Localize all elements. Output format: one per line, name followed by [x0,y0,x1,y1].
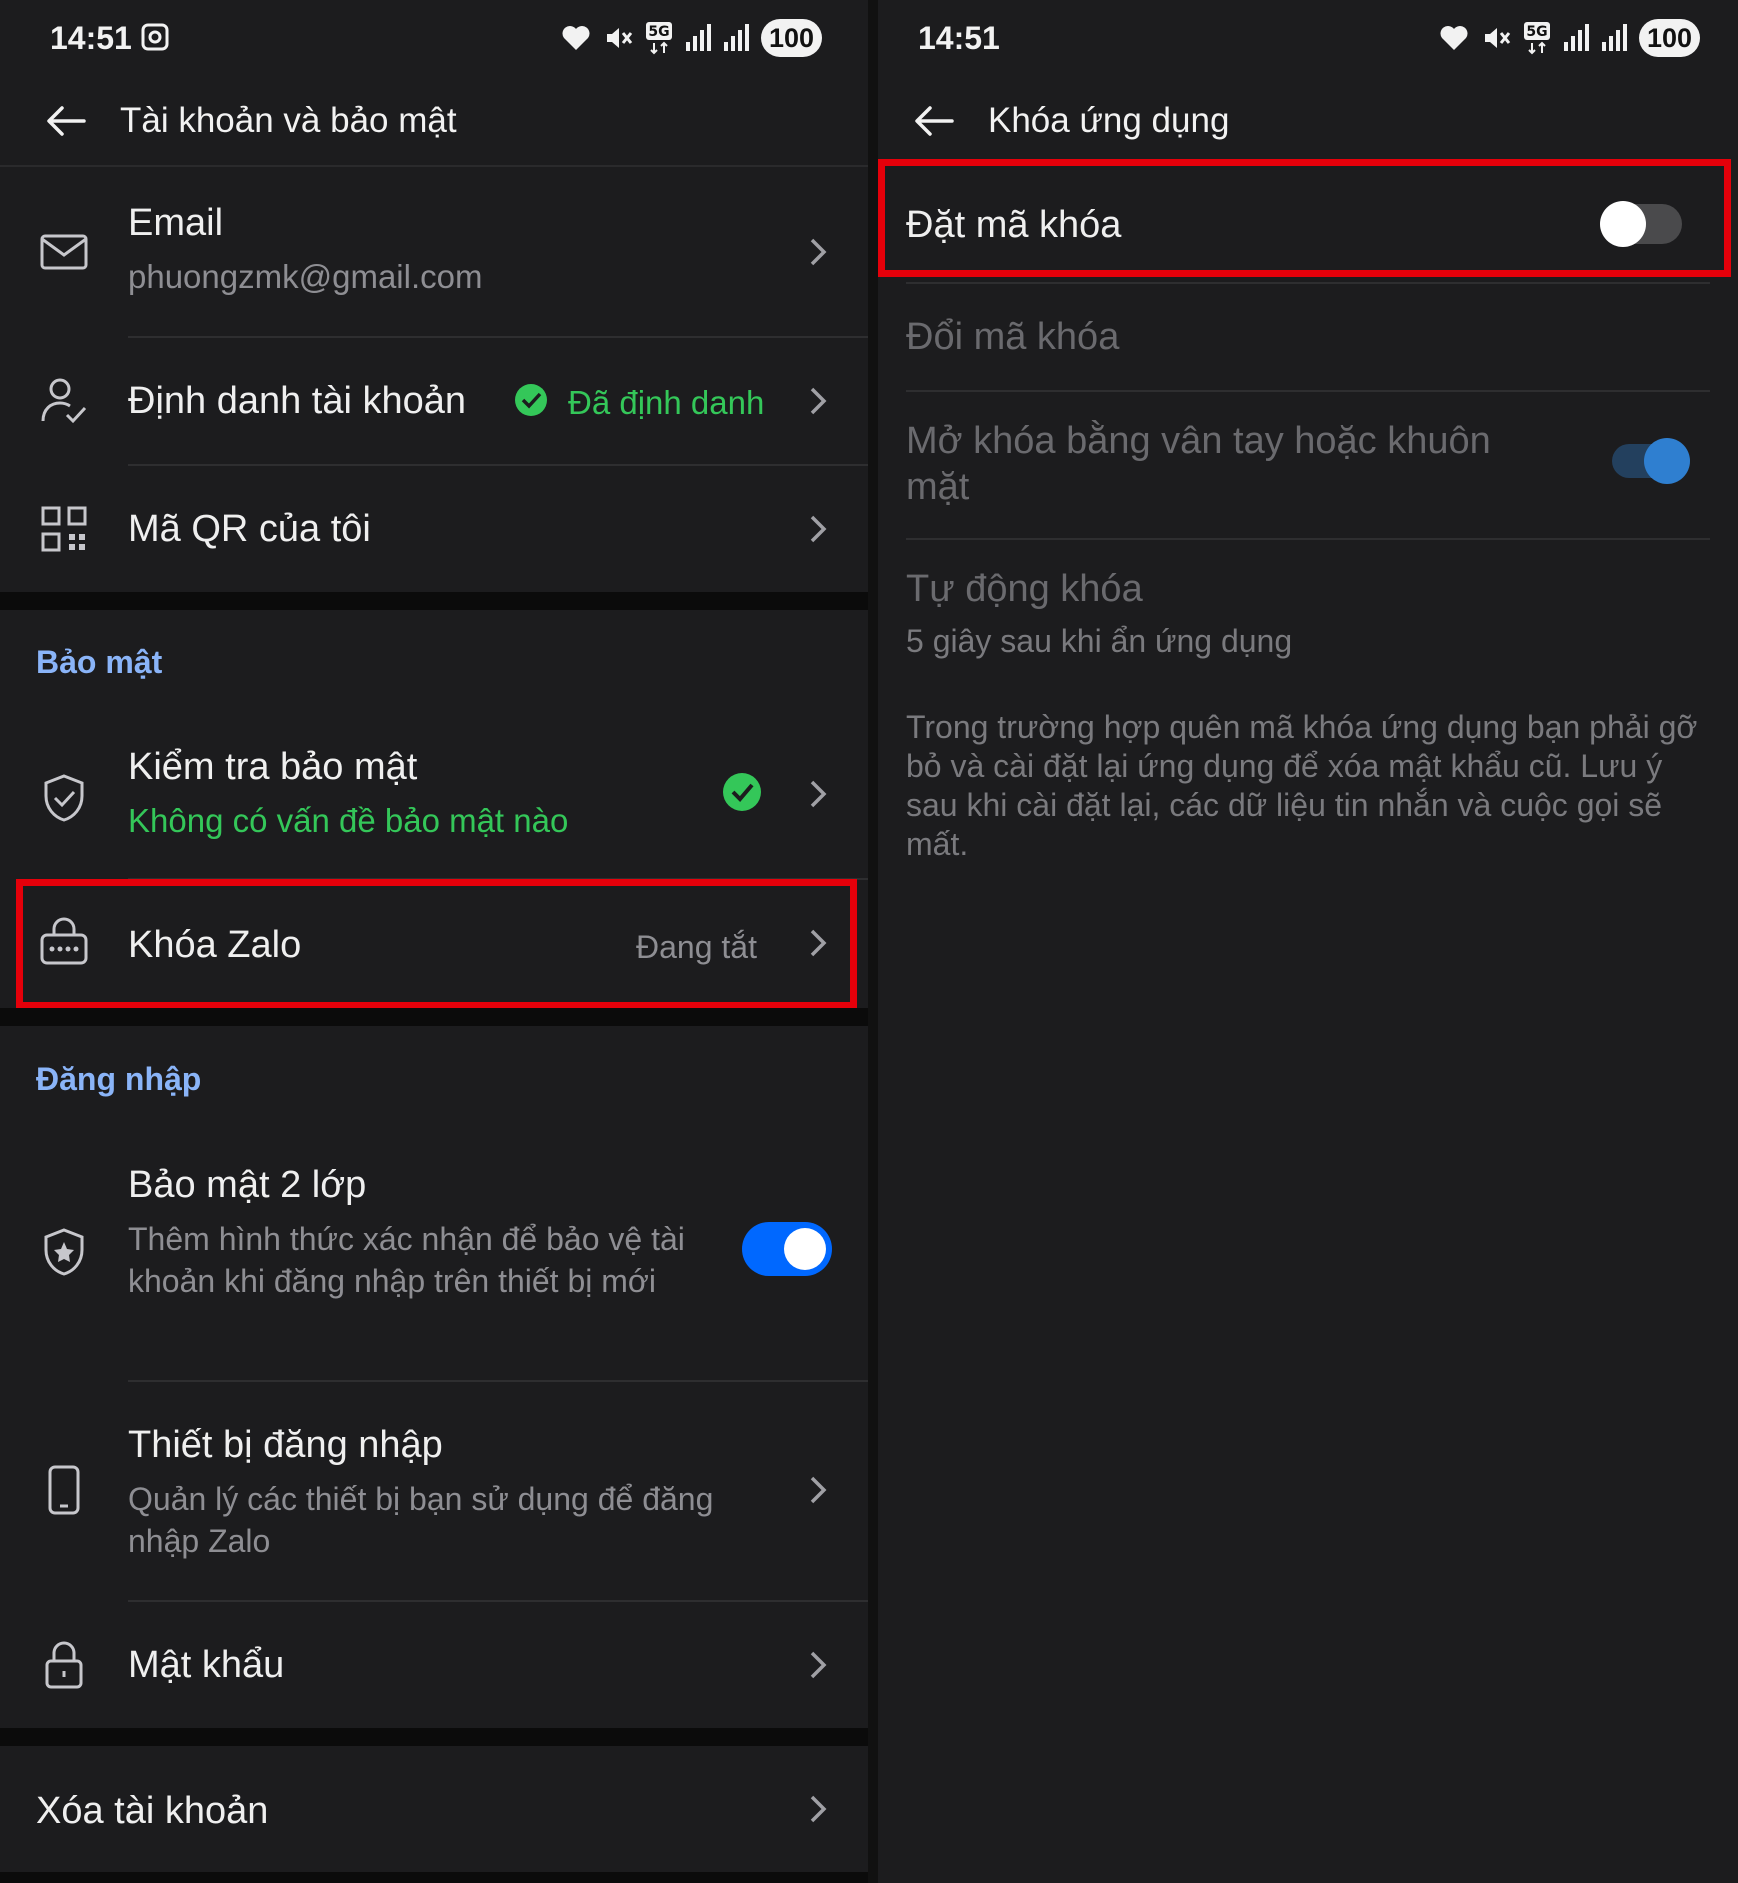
delete-account-row[interactable]: Xóa tài khoản [0,1746,868,1872]
mute-icon [1484,28,1511,48]
section-title-security: Bảo mật [36,644,163,680]
two-factor-label: Bảo mật 2 lớp [128,1164,367,1206]
section-gap [0,1008,868,1026]
screenshot-icon [141,23,169,51]
email-row[interactable]: Email phuongzmk@gmail.com [0,168,868,336]
biometric-row: Mở khóa bằng vân tay hoặc khuôn mặt [878,392,1738,538]
account-security-screen: 14:51 5G 100 Tài khoản và bảo mật Email … [0,0,868,1883]
toggle-knob [1644,438,1690,484]
status-icons: 5G 100 [1439,18,1700,58]
chevron-right-icon [810,515,827,543]
header-separator [0,165,868,167]
svg-text:5G: 5G [1526,24,1547,40]
heart-icon [562,26,590,50]
header: Khóa ứng dụng [878,76,1738,166]
bottom-gap [0,1872,868,1883]
phone-icon [48,1465,80,1515]
qr-label: Mã QR của tôi [128,508,371,550]
mail-icon [40,234,88,270]
shield-check-icon [44,774,84,822]
signal-icon [685,24,711,51]
network-5g-icon: 5G [1523,22,1550,55]
qr-row[interactable]: Mã QR của tôi [0,466,868,592]
page-title: Khóa ứng dụng [988,101,1230,140]
auto-lock-label: Tự động khóa [906,568,1143,610]
email-value: phuongzmk@gmail.com [128,258,483,295]
email-label: Email [128,202,224,244]
lock-icon [45,1641,83,1689]
page-title: Tài khoản và bảo mật [120,101,457,140]
status-time: 14:51 [50,20,132,56]
status-bar: 14:51 5G 100 [0,0,868,76]
back-arrow-icon[interactable] [42,96,92,146]
qr-code-icon [41,506,87,552]
password-row[interactable]: Mật khẩu [0,1602,868,1728]
header: Tài khoản và bảo mật [0,76,868,166]
chevron-right-icon [810,387,827,415]
change-code-row: Đổi mã khóa [878,284,1738,390]
password-label: Mật khẩu [128,1644,285,1686]
chevron-right-icon [810,780,827,808]
change-code-label: Đổi mã khóa [906,316,1120,358]
section-gap [0,1728,868,1746]
security-check-label: Kiểm tra bảo mật [128,746,418,788]
identity-row[interactable]: Định danh tài khoản Đã định danh [0,338,868,464]
battery-indicator: 100 [1638,19,1700,57]
security-check-row[interactable]: Kiểm tra bảo mật Không có vấn đề bảo mật… [0,720,868,878]
heart-icon [1440,26,1468,50]
status-icons: 5G 100 [561,18,822,58]
delete-account-label: Xóa tài khoản [36,1790,269,1832]
biometric-toggle [1612,438,1690,484]
two-factor-toggle[interactable] [742,1222,832,1276]
check-circle-icon [723,773,761,811]
chevron-right-icon [810,1476,827,1504]
battery-indicator: 100 [760,19,822,57]
login-devices-desc: Quản lý các thiết bị bạn sử dụng để đăng… [128,1481,714,1559]
section-title-login: Đăng nhập [36,1061,202,1097]
highlight-box [878,159,1731,277]
chevron-right-icon [810,1651,827,1679]
app-lock-screen: 14:51 5G 100 Khóa ứng dụng Đặt mã khóa Đ… [878,0,1738,1883]
app-lock-note: Trong trường hợp quên mã khóa ứng dụng b… [906,709,1698,862]
signal-icon-2 [723,24,749,51]
check-circle-icon [515,384,547,416]
mute-icon [606,28,633,48]
highlight-box [16,879,857,1009]
signal-icon [1563,24,1589,51]
signal-icon-2 [1601,24,1627,51]
two-factor-row[interactable]: Bảo mật 2 lớp Thêm hình thức xác nhận để… [0,1140,868,1380]
shield-star-icon [44,1228,84,1276]
network-5g-icon: 5G [645,22,672,55]
login-devices-row[interactable]: Thiết bị đăng nhập Quản lý các thiết bị … [0,1382,868,1600]
section-gap [0,592,868,610]
chevron-right-icon [810,238,827,266]
toggle-knob [784,1228,826,1270]
identity-status: Đã định danh [568,384,765,421]
biometric-label: Mở khóa bằng vân tay hoặc khuôn mặt [906,420,1491,508]
identity-label: Định danh tài khoản [128,380,467,422]
security-check-status: Không có vấn đề bảo mật nào [128,802,569,839]
status-time: 14:51 [918,20,1000,56]
two-factor-desc: Thêm hình thức xác nhận để bảo vệ tài kh… [128,1221,685,1299]
panel-divider [868,0,878,1883]
status-bar: 14:51 5G 100 [878,0,1738,76]
chevron-right-icon [810,1795,827,1823]
svg-text:5G: 5G [648,24,669,40]
user-check-icon [41,378,87,424]
auto-lock-value: 5 giây sau khi ẩn ứng dụng [906,623,1293,659]
auto-lock-row: Tự động khóa 5 giây sau khi ẩn ứng dụng [878,540,1738,680]
login-devices-label: Thiết bị đăng nhập [128,1424,443,1466]
back-arrow-icon[interactable] [910,96,960,146]
